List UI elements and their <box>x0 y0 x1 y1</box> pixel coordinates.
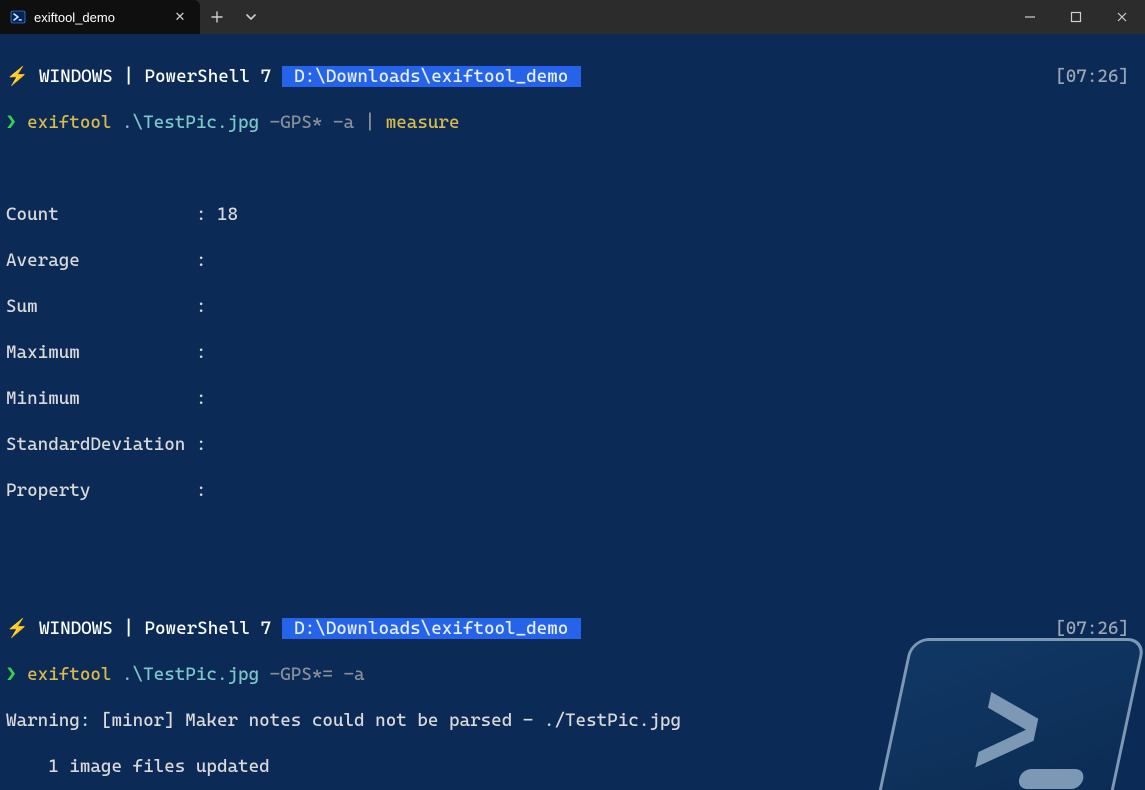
cmd-tool: exiftool <box>27 112 111 133</box>
prompt-host: WINDOWS <box>39 66 113 87</box>
prompt-caret-icon: ❯ <box>6 112 17 133</box>
output-row: Minimum : <box>6 387 1139 410</box>
close-tab-icon[interactable]: ✕ <box>172 10 188 25</box>
output-row: Property : <box>6 479 1139 502</box>
output-status: 1 image files updated <box>6 755 1139 778</box>
output-row: Count : 18 <box>6 203 1139 226</box>
output-row: Maximum : <box>6 341 1139 364</box>
close-window-button[interactable] <box>1099 0 1145 34</box>
minimize-button[interactable] <box>1007 0 1053 34</box>
pipe: | <box>365 112 376 133</box>
output-row: StandardDeviation : <box>6 433 1139 456</box>
tab-dropdown-button[interactable] <box>234 0 268 34</box>
cmd-flag: -GPS* <box>270 112 323 133</box>
output-row: Sum : <box>6 295 1139 318</box>
command-line: ❯ exiftool .\TestPic.jpg -GPS*= -a <box>6 663 1139 686</box>
output-blank <box>6 571 1139 594</box>
bolt-icon: ⚡ <box>6 66 28 87</box>
powershell-icon <box>10 9 26 25</box>
output-row: Average : <box>6 249 1139 272</box>
cmd-arg: .\TestPic.jpg <box>122 112 259 133</box>
prompt-path: D:\Downloads\exiftool_demo <box>282 66 581 87</box>
prompt-line: ⚡ WINDOWS | PowerShell 7 D:\Downloads\ex… <box>6 617 1139 640</box>
output-blank <box>6 525 1139 548</box>
cmd-flag: -a <box>333 112 354 133</box>
prompt-line: ⚡ WINDOWS | PowerShell 7 D:\Downloads\ex… <box>6 65 1139 88</box>
output-warning: Warning: [minor] Maker notes could not b… <box>6 709 1139 732</box>
command-line: ❯ exiftool .\TestPic.jpg -GPS* -a | meas… <box>6 111 1139 134</box>
add-tab-button[interactable] <box>200 0 234 34</box>
cmd-tool: measure <box>386 112 460 133</box>
terminal-viewport[interactable]: ⚡ WINDOWS | PowerShell 7 D:\Downloads\ex… <box>0 34 1145 790</box>
bolt-icon: ⚡ <box>6 618 28 639</box>
tab-exiftool-demo[interactable]: exiftool_demo ✕ <box>0 0 200 34</box>
output-blank <box>6 157 1139 180</box>
measure-count: 18 <box>217 204 238 225</box>
prompt-shell: PowerShell 7 <box>144 66 271 87</box>
titlebar[interactable]: exiftool_demo ✕ <box>0 0 1145 34</box>
titlebar-drag-region[interactable] <box>268 0 1007 34</box>
tab-title: exiftool_demo <box>34 10 164 25</box>
maximize-button[interactable] <box>1053 0 1099 34</box>
prompt-time: [07:26] <box>1055 65 1139 88</box>
